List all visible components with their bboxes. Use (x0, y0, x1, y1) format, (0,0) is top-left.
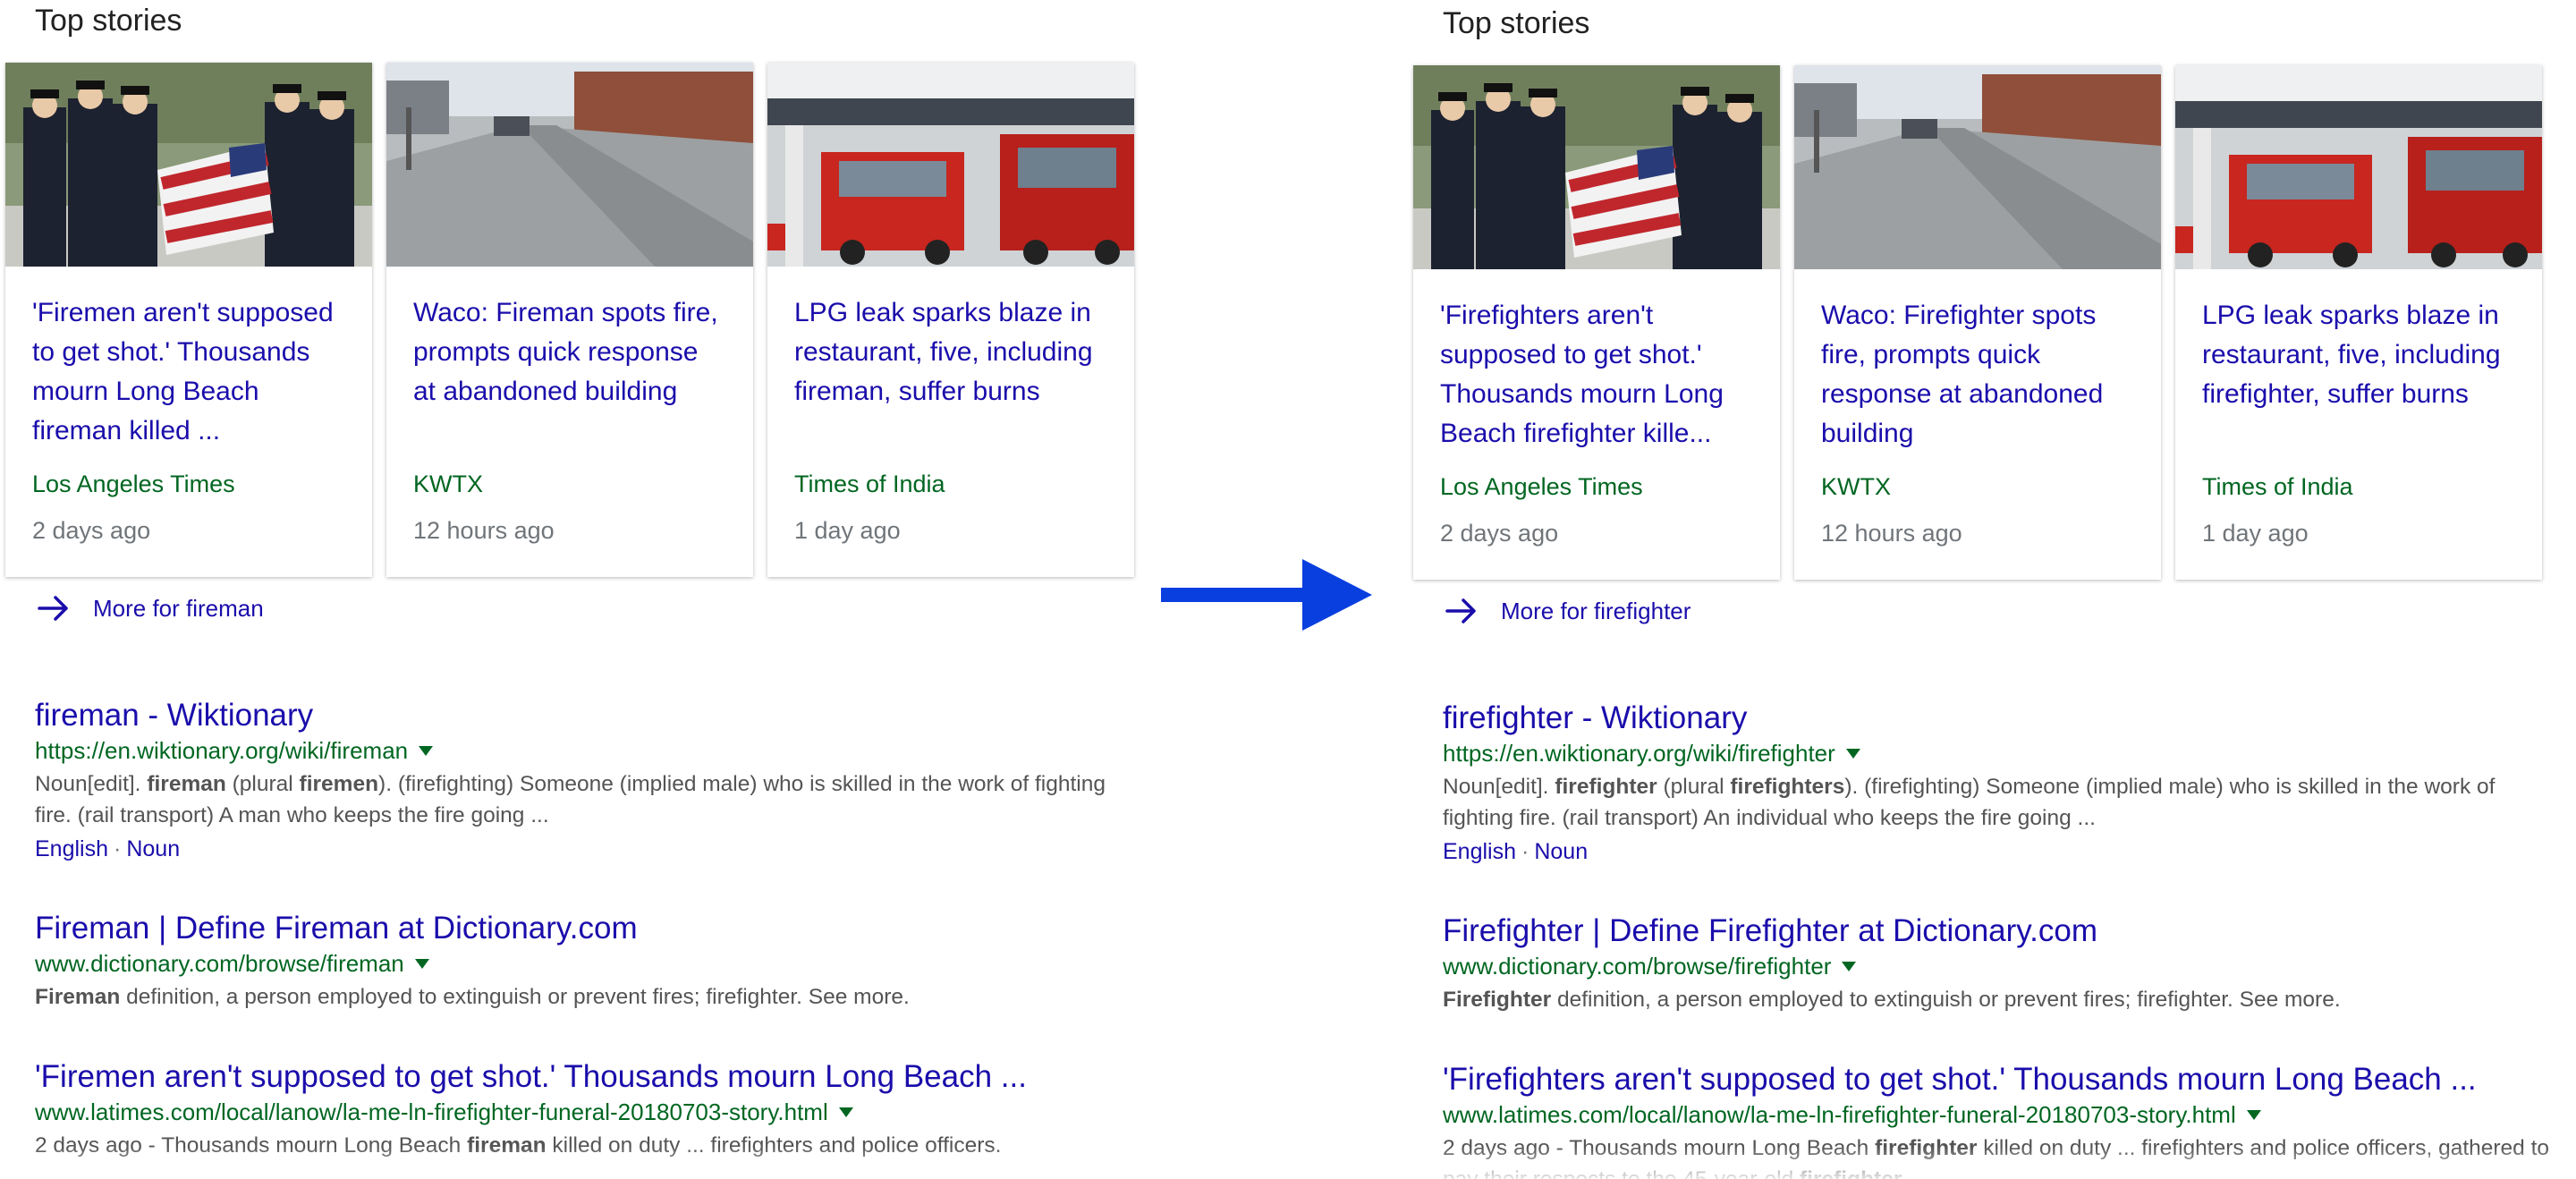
bottom-fade (1408, 1147, 2571, 1179)
story-source: Times of India (794, 471, 945, 497)
top-stories-carousel: 'Firefighters aren't supposed to get sho… (1413, 65, 2542, 580)
dropdown-caret-icon[interactable] (414, 958, 429, 970)
more-stories-label: More for fireman (93, 594, 264, 622)
result-sublinks: English · Noun (1443, 839, 1589, 864)
story-source: Los Angeles Times (32, 471, 235, 497)
search-result: Fireman | Define Fireman at Dictionary.c… (35, 911, 1144, 1013)
story-title[interactable]: 'Firefighters aren't supposed to get sho… (1440, 296, 1753, 454)
story-time: 2 days ago (1440, 520, 1559, 547)
result-url: https://en.wiktionary.org/wiki/firefight… (1443, 740, 2552, 768)
story-source: Los Angeles Times (1440, 473, 1643, 500)
story-title[interactable]: Waco: Fireman spots fire, prompts quick … (413, 293, 726, 411)
search-result: 'Firemen aren't supposed to get shot.' T… (35, 1059, 1144, 1161)
result-snippet: Noun[edit]. fireman (plural firemen). (f… (35, 772, 1106, 827)
result-title[interactable]: 'Firefighters aren't supposed to get sho… (1443, 1062, 2552, 1098)
more-stories-link[interactable]: More for firefighter (1444, 593, 1690, 629)
top-stories-heading: Top stories (1443, 6, 1590, 40)
story-time: 2 days ago (32, 517, 151, 544)
street-photo (1794, 65, 2161, 269)
story-title[interactable]: LPG leak sparks blaze in restaurant, fiv… (2202, 296, 2515, 414)
story-title[interactable]: LPG leak sparks blaze in restaurant, fiv… (794, 293, 1107, 411)
story-card[interactable]: 'Firefighters aren't supposed to get sho… (1413, 65, 1780, 580)
street-photo (386, 63, 753, 267)
story-card[interactable]: LPG leak sparks blaze in restaurant, fiv… (767, 63, 1134, 577)
arrow-right-icon (1445, 598, 1476, 623)
result-title[interactable]: fireman - Wiktionary (35, 698, 1144, 734)
firetruck-photo (2175, 65, 2542, 269)
dropdown-caret-icon[interactable] (838, 1107, 853, 1118)
more-stories-link[interactable]: More for fireman (36, 590, 264, 626)
sublink-noun[interactable]: Noun (1534, 839, 1588, 864)
search-result: Firefighter | Define Firefighter at Dict… (1443, 913, 2552, 1015)
search-result: firefighter - Wiktionary https://en.wikt… (1443, 700, 2552, 865)
dropdown-caret-icon[interactable] (1842, 961, 1857, 972)
result-sublinks: English · Noun (35, 836, 181, 861)
result-snippet: Noun[edit]. firefighter (plural firefigh… (1443, 775, 2496, 830)
story-time: 12 hours ago (1821, 520, 1962, 547)
funeral-photo (1413, 65, 1780, 269)
result-title[interactable]: 'Firemen aren't supposed to get shot.' T… (35, 1059, 1144, 1095)
story-card[interactable]: 'Firemen aren't supposed to get shot.' T… (5, 63, 372, 577)
top-stories-carousel: 'Firemen aren't supposed to get shot.' T… (5, 63, 1134, 577)
dropdown-caret-icon[interactable] (419, 745, 434, 757)
transform-arrow-icon (1161, 559, 1372, 631)
result-title[interactable]: Firefighter | Define Firefighter at Dict… (1443, 913, 2552, 949)
result-snippet: Firefighter definition, a person employe… (1443, 988, 2341, 1012)
firetruck-photo (767, 63, 1134, 267)
result-url: www.latimes.com/local/lanow/la-me-ln-fir… (35, 1098, 1144, 1126)
result-snippet: Fireman definition, a person employed to… (35, 985, 910, 1009)
story-source: KWTX (1821, 473, 1891, 500)
bottom-fade (0, 1147, 1163, 1179)
story-title[interactable]: Waco: Firefighter spots fire, prompts qu… (1821, 296, 2134, 454)
story-card[interactable]: LPG leak sparks blaze in restaurant, fiv… (2175, 65, 2542, 580)
story-source: KWTX (413, 471, 483, 497)
result-url: https://en.wiktionary.org/wiki/fireman (35, 737, 1144, 765)
sublink-english[interactable]: English (35, 836, 108, 861)
story-card[interactable]: Waco: Firefighter spots fire, prompts qu… (1794, 65, 2161, 580)
arrow-right-icon (38, 596, 68, 621)
result-url: www.dictionary.com/browse/firefighter (1443, 953, 2552, 980)
dropdown-caret-icon[interactable] (1845, 748, 1860, 759)
funeral-photo (5, 63, 372, 267)
top-stories-heading: Top stories (35, 4, 182, 38)
story-title[interactable]: 'Firemen aren't supposed to get shot.' T… (32, 293, 345, 451)
story-source: Times of India (2202, 473, 2353, 500)
story-card[interactable]: Waco: Fireman spots fire, prompts quick … (386, 63, 753, 577)
sublink-noun[interactable]: Noun (126, 836, 180, 861)
search-result: fireman - Wiktionary https://en.wiktiona… (35, 698, 1144, 862)
result-title[interactable]: firefighter - Wiktionary (1443, 700, 2552, 736)
result-url: www.latimes.com/local/lanow/la-me-ln-fir… (1443, 1101, 2552, 1129)
more-stories-label: More for firefighter (1501, 597, 1691, 624)
story-time: 1 day ago (794, 517, 901, 544)
after-panel: Top stories 'Firefighters aren't suppose… (1408, 0, 2571, 1179)
story-time: 12 hours ago (413, 517, 555, 544)
dropdown-caret-icon[interactable] (2246, 1109, 2261, 1121)
result-url: www.dictionary.com/browse/fireman (35, 950, 1144, 978)
result-title[interactable]: Fireman | Define Fireman at Dictionary.c… (35, 911, 1144, 946)
before-panel: Top stories 'Firemen aren't supposed to … (0, 0, 1163, 1179)
sublink-english[interactable]: English (1443, 839, 1516, 864)
story-time: 1 day ago (2202, 520, 2309, 547)
